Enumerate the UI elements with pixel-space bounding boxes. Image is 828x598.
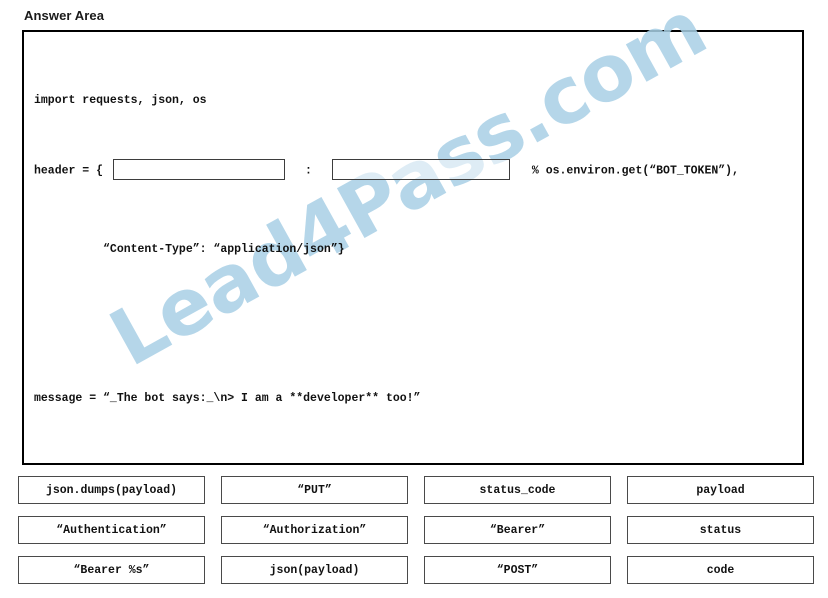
option-tile[interactable]: status xyxy=(627,516,814,544)
option-tile[interactable]: “PUT” xyxy=(221,476,408,504)
code-line: message = “_The bot says:_\n> I am a **d… xyxy=(34,390,800,407)
code-listing: import requests, json, os header = {: % o… xyxy=(34,41,800,463)
option-tile[interactable]: “Authorization” xyxy=(221,516,408,544)
code-line: header = {: % os.environ.get(“BOT_TOKEN”)… xyxy=(34,159,800,190)
code-text: : xyxy=(305,164,312,178)
code-text: header = { xyxy=(34,164,104,178)
code-line: “Content-Type”: “application/json”} xyxy=(34,241,800,258)
option-tile[interactable]: “Bearer %s” xyxy=(18,556,205,584)
page-title: Answer Area xyxy=(24,8,105,23)
code-text: import requests, json, os xyxy=(34,94,207,107)
option-tile[interactable]: status_code xyxy=(424,476,611,504)
answer-options-grid: json.dumps(payload) “PUT” status_code pa… xyxy=(18,476,814,584)
option-tile[interactable]: “POST” xyxy=(424,556,611,584)
code-line: import requests, json, os xyxy=(34,92,800,109)
option-tile[interactable]: json(payload) xyxy=(221,556,408,584)
code-text: “Content-Type”: “application/json”} xyxy=(34,243,345,256)
option-tile[interactable]: “Authentication” xyxy=(18,516,205,544)
header-key-blank[interactable] xyxy=(113,159,286,180)
option-tile[interactable]: payload xyxy=(627,476,814,504)
code-text: % os.environ.get(“BOT_TOKEN”), xyxy=(531,164,739,178)
option-tile[interactable]: json.dumps(payload) xyxy=(18,476,205,504)
option-tile[interactable]: “Bearer” xyxy=(424,516,611,544)
code-text: message = “_The bot says:_\n> I am a **d… xyxy=(34,392,421,405)
header-value-blank[interactable] xyxy=(331,159,510,180)
code-snippet-panel: import requests, json, os header = {: % o… xyxy=(22,30,804,465)
option-tile[interactable]: code xyxy=(627,556,814,584)
